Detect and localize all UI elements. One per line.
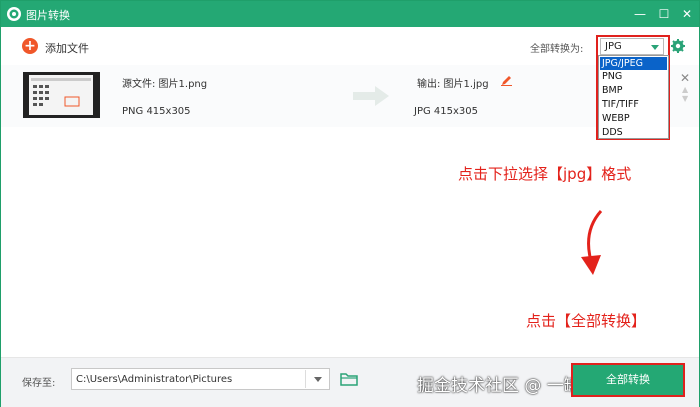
converter-app-icon [7, 7, 21, 21]
format-option-bmp[interactable]: BMP [600, 84, 667, 97]
format-option-tif[interactable]: TIF/TIFF [600, 98, 667, 111]
bottom-bar: 保存至: 掘金技术社区 @ 一罐小可乐 全部转换 [1, 357, 699, 407]
maximize-button[interactable]: ☐ [655, 5, 673, 23]
format-option-jpg[interactable]: JPG/JPEG [600, 57, 667, 70]
add-circle-icon[interactable]: + [22, 38, 38, 54]
red-arrow-annotation [581, 209, 603, 275]
toolbar: + 添加文件 全部转换为: JPG [1, 27, 699, 65]
chevron-down-icon[interactable] [314, 377, 322, 382]
right-arrow-icon [353, 86, 389, 106]
folder-icon[interactable] [340, 372, 358, 386]
minimize-button[interactable]: — [631, 5, 649, 23]
format-option-webp[interactable]: WEBP [600, 112, 667, 125]
output-file-name: 输出: 图片1.jpg [417, 79, 489, 90]
format-option-dds[interactable]: DDS [600, 126, 667, 139]
source-file-name: 源文件: 图片1.png [122, 79, 208, 90]
convert-all-button[interactable]: 全部转换 [571, 363, 685, 397]
convert-all-label: 全部转换为: [530, 44, 584, 55]
path-divider [305, 370, 306, 388]
format-option-png[interactable]: PNG [600, 70, 667, 83]
output-file-info: JPG 415x305 [414, 106, 478, 117]
close-window-button[interactable]: ✕ [678, 5, 696, 23]
title-bar: 图片转换 — ☐ ✕ [1, 1, 699, 27]
move-down-icon[interactable]: ▼ [682, 94, 688, 103]
remove-file-icon[interactable]: ✕ [680, 71, 690, 85]
app-window: 图片转换 — ☐ ✕ + 添加文件 全部转换为: JPG 源文件: 图片1.pn… [0, 0, 700, 407]
annotation-select-format: 点击下拉选择【jpg】格式 [458, 165, 632, 183]
annotation-convert-all: 点击【全部转换】 [526, 312, 647, 330]
save-path-field[interactable] [71, 368, 330, 390]
format-dropdown-list: JPG/JPEG PNG BMP TIF/TIFF WEBP DDS [598, 55, 669, 139]
window-title: 图片转换 [26, 9, 70, 22]
file-row[interactable]: 源文件: 图片1.png PNG 415x305 输出: 图片1.jpg JPG… [1, 65, 699, 127]
move-up-icon[interactable]: ▲ [682, 85, 688, 94]
source-file-info: PNG 415x305 [122, 106, 191, 117]
file-thumbnail [23, 72, 100, 118]
thumbnail-image [31, 78, 91, 107]
pencil-icon[interactable] [501, 75, 512, 86]
gear-icon[interactable] [671, 39, 685, 53]
save-to-label: 保存至: [22, 378, 56, 389]
add-file-button[interactable]: 添加文件 [45, 40, 89, 56]
